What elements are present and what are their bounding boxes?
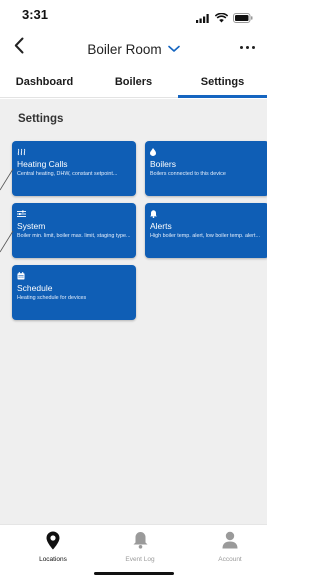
card-description: High boiler temp. alert, low boiler temp… xyxy=(150,233,260,239)
system-icons xyxy=(196,10,253,28)
nav-label: Locations xyxy=(39,556,67,563)
boilers-card[interactable]: Boilers Boilers connected to this device xyxy=(145,141,267,196)
alerts-card[interactable]: Alerts High boiler temp. alert, low boil… xyxy=(145,203,267,258)
ellipsis-icon-dot xyxy=(252,46,255,49)
location-pin-icon xyxy=(23,531,83,553)
system-card[interactable]: System Boiler min. limit, boiler max. li… xyxy=(12,203,136,258)
bell-icon xyxy=(150,210,264,220)
heating-waves-icon xyxy=(17,148,131,158)
status-bar: 3:31 xyxy=(0,0,267,34)
card-description: Boiler min. limit, boiler max. limit, st… xyxy=(17,233,131,239)
navigation-bar: Boiler Room xyxy=(0,34,267,64)
flame-icon xyxy=(150,148,264,158)
more-options-button[interactable] xyxy=(240,46,255,49)
status-time: 3:31 xyxy=(22,7,49,22)
tab-bar: Dashboard Boilers Settings xyxy=(0,72,267,98)
card-description: Heating schedule for devices xyxy=(17,295,87,301)
nav-account[interactable]: Account xyxy=(200,531,260,563)
wifi-icon xyxy=(214,10,229,28)
heating-calls-card[interactable]: Heating Calls Central heating, DHW, cons… xyxy=(12,141,136,196)
page-title: Boiler Room xyxy=(87,41,162,57)
user-icon xyxy=(200,531,260,553)
tab-settings[interactable]: Settings xyxy=(178,72,267,98)
nav-locations[interactable]: Locations xyxy=(23,531,83,563)
section-title: Settings xyxy=(18,113,64,125)
signal-icon xyxy=(196,10,210,28)
battery-icon xyxy=(233,10,253,28)
card-title: Boilers xyxy=(150,159,176,169)
app-screen: 3:31 Boiler Room Dashboard Boilers Setti… xyxy=(0,0,267,579)
settings-content: Settings Heating Calls Central heating, … xyxy=(0,99,267,524)
card-description: Central heating, DHW, constant setpoint.… xyxy=(17,171,118,177)
calendar-icon xyxy=(17,272,131,282)
tab-dashboard[interactable]: Dashboard xyxy=(0,72,89,97)
bell-icon xyxy=(110,531,170,553)
card-title: System xyxy=(17,221,46,231)
schedule-card[interactable]: Schedule Heating schedule for devices xyxy=(12,265,136,320)
nav-label: Event Log xyxy=(125,556,155,563)
sliders-icon xyxy=(17,210,131,220)
card-description: Boilers connected to this device xyxy=(150,171,226,177)
tab-boilers[interactable]: Boilers xyxy=(89,72,178,97)
location-selector[interactable]: Boiler Room xyxy=(0,40,267,58)
home-indicator xyxy=(94,572,174,575)
bottom-navigation: Locations Event Log Account xyxy=(0,524,267,579)
ellipsis-icon-dot xyxy=(246,46,249,49)
chevron-down-icon xyxy=(167,40,180,58)
card-title: Schedule xyxy=(17,283,53,293)
nav-event-log[interactable]: Event Log xyxy=(110,531,170,563)
card-title: Alerts xyxy=(150,221,172,231)
card-title: Heating Calls xyxy=(17,159,68,169)
nav-label: Account xyxy=(218,556,242,563)
ellipsis-icon-dot xyxy=(240,46,243,49)
